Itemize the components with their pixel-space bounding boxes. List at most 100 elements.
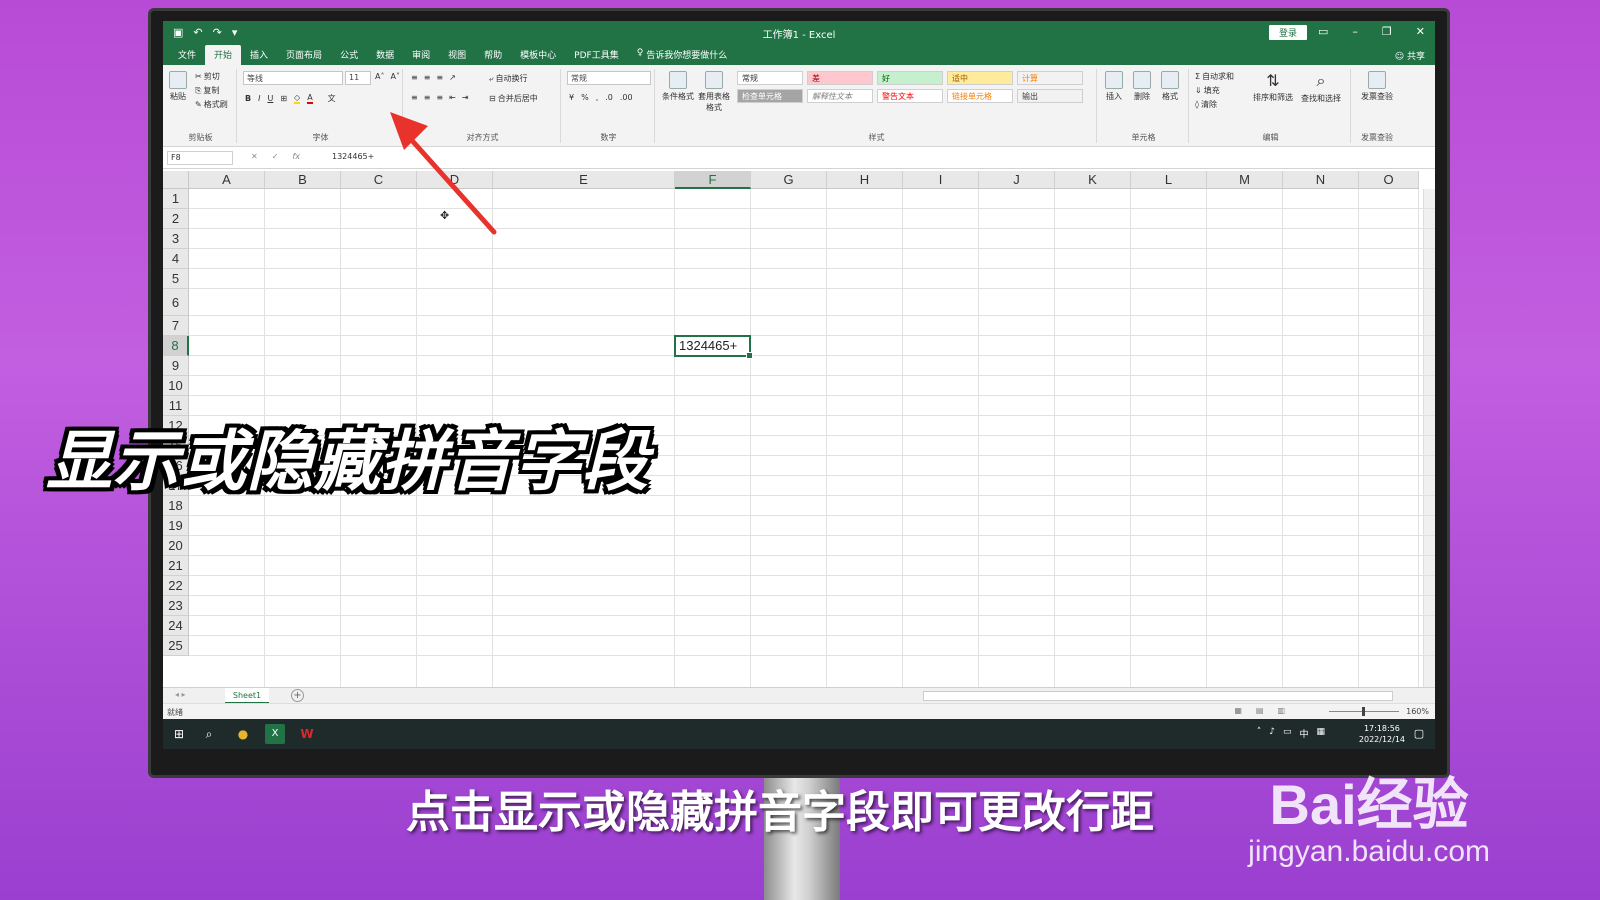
align-bottom-icon[interactable]: ≡: [436, 73, 443, 82]
function-icon[interactable]: fx: [292, 152, 300, 161]
network-icon[interactable]: ▭: [1283, 727, 1292, 740]
comma-icon[interactable]: ,: [596, 93, 599, 102]
ime-indicator[interactable]: 中: [1299, 727, 1308, 740]
column-header-e[interactable]: E: [493, 171, 675, 189]
row-header-4[interactable]: 4: [163, 249, 189, 269]
row-header-23[interactable]: 23: [163, 596, 189, 616]
decrease-decimal-icon[interactable]: .00: [620, 93, 633, 102]
number-format-combo[interactable]: 常规: [567, 71, 651, 85]
tab-help[interactable]: 帮助: [475, 48, 511, 65]
wps-icon[interactable]: W: [297, 724, 317, 744]
autosum-button[interactable]: Σ 自动求和: [1195, 71, 1234, 82]
tab-home[interactable]: 开始: [205, 45, 242, 65]
column-header-f[interactable]: F: [675, 171, 751, 189]
column-header-b[interactable]: B: [265, 171, 341, 189]
taskbar-clock[interactable]: 17:18:56 2022/12/14: [1359, 723, 1405, 745]
zoom-slider-handle[interactable]: [1362, 707, 1365, 716]
windows-start-icon[interactable]: ⊞: [169, 724, 189, 744]
tab-template-center[interactable]: 模板中心: [511, 48, 565, 65]
currency-icon[interactable]: ¥: [569, 93, 574, 102]
row-header-9[interactable]: 9: [163, 356, 189, 376]
row-header-8[interactable]: 8: [163, 336, 189, 356]
underline-icon[interactable]: U: [267, 94, 273, 103]
excel-taskbar-icon[interactable]: X: [265, 724, 285, 744]
vertical-scrollbar[interactable]: [1423, 189, 1435, 687]
format-as-table-button[interactable]: 套用表格格式: [697, 71, 731, 113]
style-calculation[interactable]: 计算: [1017, 71, 1083, 85]
row-header-22[interactable]: 22: [163, 576, 189, 596]
style-normal[interactable]: 常规: [737, 71, 803, 85]
font-name-combo[interactable]: 等线: [243, 71, 343, 85]
row-header-20[interactable]: 20: [163, 536, 189, 556]
select-all-corner[interactable]: [163, 171, 189, 189]
tab-data[interactable]: 数据: [367, 48, 403, 65]
increase-font-icon[interactable]: A˄: [375, 72, 384, 81]
font-size-combo[interactable]: 11: [345, 71, 371, 85]
fill-button[interactable]: ⇓ 填充: [1195, 85, 1220, 96]
row-header-1[interactable]: 1: [163, 189, 189, 209]
row-header-21[interactable]: 21: [163, 556, 189, 576]
column-header-g[interactable]: G: [751, 171, 827, 189]
orientation-icon[interactable]: ↗: [449, 73, 456, 82]
italic-icon[interactable]: I: [258, 94, 260, 103]
normal-view-icon[interactable]: ▦: [1234, 706, 1242, 715]
style-warning[interactable]: 警告文本: [877, 89, 943, 103]
conditional-format-button[interactable]: 条件格式: [661, 71, 695, 102]
login-button[interactable]: 登录: [1268, 25, 1307, 40]
name-box[interactable]: F8: [167, 151, 233, 165]
style-explanatory[interactable]: 解释性文本: [807, 89, 873, 103]
minimize-icon[interactable]: –: [1352, 25, 1358, 38]
page-break-view-icon[interactable]: ▥: [1277, 706, 1285, 715]
phonetic-guide-icon[interactable]: 文: [328, 93, 336, 104]
sort-filter-button[interactable]: ⇅ 排序和筛选: [1253, 71, 1293, 103]
row-header-25[interactable]: 25: [163, 636, 189, 656]
tab-formulas[interactable]: 公式: [331, 48, 367, 65]
style-good[interactable]: 好: [877, 71, 943, 85]
column-header-k[interactable]: K: [1055, 171, 1131, 189]
chevron-up-icon[interactable]: ˄: [1257, 727, 1262, 740]
search-icon[interactable]: ⌕: [199, 724, 219, 744]
delete-cells-button[interactable]: 删除: [1133, 71, 1151, 102]
keyboard-icon[interactable]: ▦: [1316, 727, 1325, 740]
page-layout-view-icon[interactable]: ▤: [1256, 706, 1264, 715]
row-header-19[interactable]: 19: [163, 516, 189, 536]
format-painter-button[interactable]: ✎ 格式刷: [195, 99, 228, 110]
ribbon-display-icon[interactable]: ▭: [1318, 25, 1328, 38]
speaker-icon[interactable]: ♪: [1269, 727, 1275, 740]
row-header-6[interactable]: 6: [163, 289, 189, 316]
align-middle-icon[interactable]: ≡: [424, 73, 431, 82]
paste-button[interactable]: 粘贴: [169, 71, 187, 102]
row-header-5[interactable]: 5: [163, 269, 189, 289]
restore-icon[interactable]: ❐: [1382, 25, 1392, 38]
clear-button[interactable]: ◊ 清除: [1195, 99, 1217, 110]
cut-button[interactable]: ✂ 剪切: [195, 71, 220, 82]
share-button[interactable]: ☺ 共享: [1395, 49, 1425, 62]
close-icon[interactable]: ✕: [1416, 25, 1425, 38]
tab-insert[interactable]: 插入: [241, 48, 277, 65]
column-header-h[interactable]: H: [827, 171, 903, 189]
style-bad[interactable]: 差: [807, 71, 873, 85]
row-header-24[interactable]: 24: [163, 616, 189, 636]
sheet-tab-sheet1[interactable]: Sheet1: [225, 688, 269, 704]
tell-me-box[interactable]: ♀ 告诉我你想要做什么: [628, 48, 737, 65]
column-header-j[interactable]: J: [979, 171, 1055, 189]
font-color-icon[interactable]: A: [307, 93, 313, 104]
style-output[interactable]: 输出: [1017, 89, 1083, 103]
tab-pdf-tools[interactable]: PDF工具集: [565, 48, 628, 65]
align-top-icon[interactable]: ≡: [411, 73, 418, 82]
row-header-10[interactable]: 10: [163, 376, 189, 396]
tab-file[interactable]: 文件: [169, 48, 205, 65]
tab-page-layout[interactable]: 页面布局: [277, 48, 331, 65]
horizontal-scrollbar[interactable]: [923, 691, 1393, 701]
add-sheet-button[interactable]: +: [291, 689, 304, 702]
format-cells-button[interactable]: 格式: [1161, 71, 1179, 102]
column-header-a[interactable]: A: [189, 171, 265, 189]
enter-icon[interactable]: ✓: [272, 152, 279, 161]
tab-view[interactable]: 视图: [439, 48, 475, 65]
find-select-button[interactable]: ⌕ 查找和选择: [1301, 71, 1341, 104]
wrap-text-button[interactable]: ⤶ 自动换行: [489, 73, 527, 84]
column-header-m[interactable]: M: [1207, 171, 1283, 189]
decrease-font-icon[interactable]: A˅: [390, 72, 399, 81]
style-check-cell[interactable]: 检查单元格: [737, 89, 803, 103]
insert-cells-button[interactable]: 插入: [1105, 71, 1123, 102]
